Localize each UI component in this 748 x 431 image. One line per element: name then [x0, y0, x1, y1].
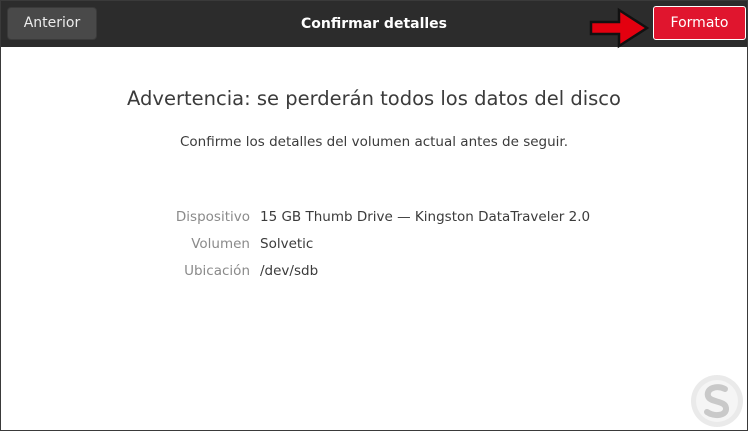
warning-heading: Advertencia: se perderán todos los datos…	[127, 87, 621, 110]
red-arrow-icon	[589, 7, 650, 49]
format-button[interactable]: Formato	[653, 6, 746, 40]
detail-label: Dispositivo	[175, 209, 250, 225]
detail-row-volume: Volumen Solvetic	[1, 236, 747, 263]
detail-row-location: Ubicación /dev/sdb	[1, 263, 747, 290]
details-list: Dispositivo 15 GB Thumb Drive — Kingston…	[1, 209, 747, 290]
dialog-window: Anterior Confirmar detalles Formato Adve…	[0, 0, 748, 431]
solvetic-logo-icon	[691, 375, 743, 427]
detail-value: 15 GB Thumb Drive — Kingston DataTravele…	[260, 209, 591, 225]
back-button[interactable]: Anterior	[7, 7, 97, 40]
detail-value: /dev/sdb	[260, 263, 319, 279]
detail-label: Volumen	[191, 236, 250, 252]
detail-value: Solvetic	[260, 236, 314, 252]
detail-label: Ubicación	[184, 263, 250, 279]
detail-row-device: Dispositivo 15 GB Thumb Drive — Kingston…	[1, 209, 747, 236]
confirm-subtitle: Confirme los detalles del volumen actual…	[179, 134, 569, 150]
